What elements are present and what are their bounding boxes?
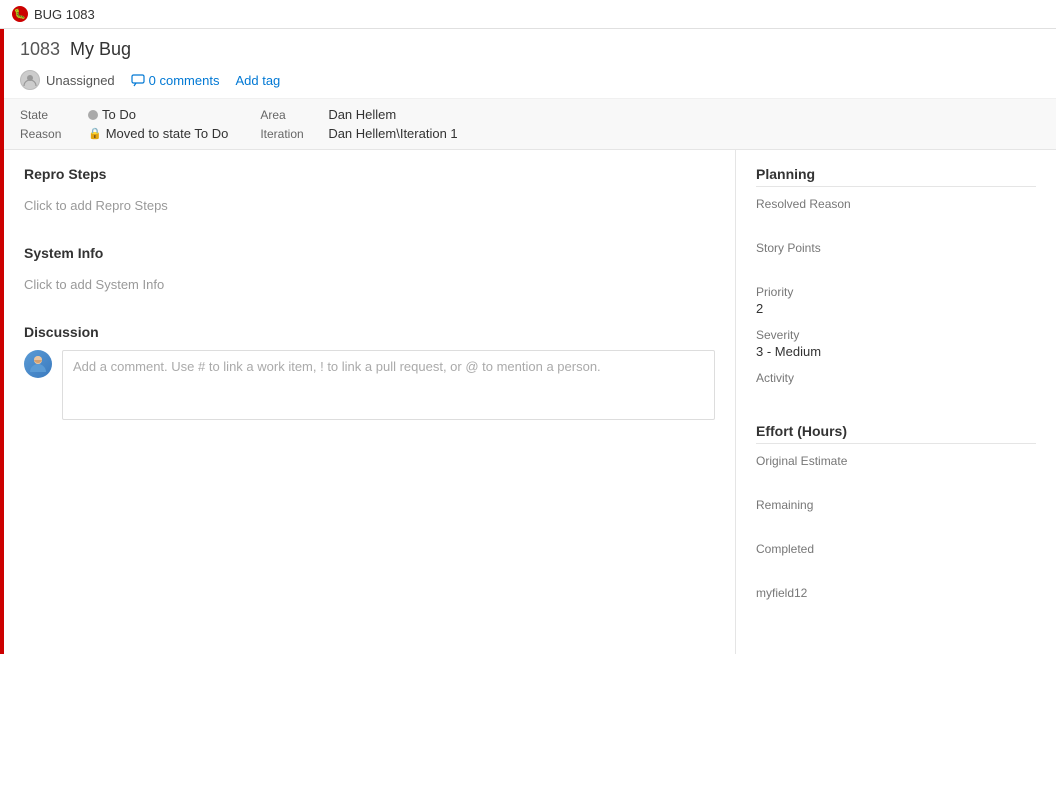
assigned-user[interactable]: Unassigned — [20, 70, 115, 90]
area-value[interactable]: Dan Hellem — [328, 107, 396, 122]
reason-field-row: Reason 🔒 Moved to state To Do — [20, 126, 228, 141]
priority-label: Priority — [756, 285, 1036, 299]
priority-value[interactable]: 2 — [756, 301, 1036, 316]
user-avatar — [20, 70, 40, 90]
planning-title: Planning — [756, 166, 1036, 187]
priority-field: Priority 2 — [756, 285, 1036, 316]
add-tag-button[interactable]: Add tag — [235, 73, 280, 88]
activity-field: Activity — [756, 371, 1036, 403]
avatar-svg — [26, 352, 50, 376]
original-estimate-label: Original Estimate — [756, 454, 1036, 468]
iteration-field-row: Iteration Dan Hellem\Iteration 1 — [260, 126, 457, 141]
area-label: Area — [260, 108, 320, 122]
work-item-title[interactable]: My Bug — [70, 39, 131, 60]
original-estimate-field: Original Estimate — [756, 454, 1036, 486]
meta-bar: Unassigned 0 comments Add tag — [4, 66, 1056, 99]
iteration-label: Iteration — [260, 127, 320, 141]
state-reason-group: State To Do Reason 🔒 Moved to state To D… — [20, 107, 260, 141]
state-field-row: State To Do — [20, 107, 228, 122]
comment-icon — [131, 73, 145, 87]
comment-input-box[interactable]: Add a comment. Use # to link a work item… — [62, 350, 715, 420]
remaining-label: Remaining — [756, 498, 1036, 512]
comments-link[interactable]: 0 comments — [131, 73, 220, 88]
state-text: To Do — [102, 107, 136, 122]
state-label: State — [20, 108, 80, 122]
remaining-field: Remaining — [756, 498, 1036, 530]
activity-label: Activity — [756, 371, 1036, 385]
repro-steps-placeholder[interactable]: Click to add Repro Steps — [24, 190, 715, 221]
content-wrapper: 1083 My Bug Unassigned 0 comments Add ta… — [0, 29, 1056, 654]
top-bar-title: BUG 1083 — [34, 7, 95, 22]
discussion-section: Discussion Add a comment. Use # to link … — [24, 324, 715, 420]
planning-section: Planning Resolved Reason Story Points Pr… — [756, 166, 1036, 403]
comment-input-area: Add a comment. Use # to link a work item… — [24, 350, 715, 420]
activity-value[interactable] — [756, 387, 1036, 403]
effort-title: Effort (Hours) — [756, 423, 1036, 444]
effort-section: Effort (Hours) Original Estimate Remaini… — [756, 423, 1036, 618]
reason-text: Moved to state To Do — [106, 126, 229, 141]
severity-label: Severity — [756, 328, 1036, 342]
comments-count: 0 comments — [149, 73, 220, 88]
resolved-reason-field: Resolved Reason — [756, 197, 1036, 229]
fields-row: State To Do Reason 🔒 Moved to state To D… — [4, 99, 1056, 150]
reason-value[interactable]: 🔒 Moved to state To Do — [88, 126, 228, 141]
completed-value[interactable] — [756, 558, 1036, 574]
completed-label: Completed — [756, 542, 1036, 556]
bug-icon: 🐛 — [12, 6, 28, 22]
discussion-title: Discussion — [24, 324, 715, 340]
severity-field: Severity 3 - Medium — [756, 328, 1036, 359]
myfield12-label: myfield12 — [756, 586, 1036, 600]
myfield12-field: myfield12 — [756, 586, 1036, 618]
top-bar: 🐛 BUG 1083 — [0, 0, 1056, 29]
completed-field: Completed — [756, 542, 1036, 574]
lock-icon: 🔒 — [88, 127, 102, 140]
reason-label: Reason — [20, 127, 80, 141]
state-value[interactable]: To Do — [88, 107, 136, 122]
story-points-value[interactable] — [756, 257, 1036, 273]
commenter-avatar — [24, 350, 52, 378]
iteration-value[interactable]: Dan Hellem\Iteration 1 — [328, 126, 457, 141]
resolved-reason-label: Resolved Reason — [756, 197, 1036, 211]
system-info-placeholder[interactable]: Click to add System Info — [24, 269, 715, 300]
severity-value[interactable]: 3 - Medium — [756, 344, 1036, 359]
area-iteration-group: Area Dan Hellem Iteration Dan Hellem\Ite… — [260, 107, 489, 141]
remaining-value[interactable] — [756, 514, 1036, 530]
state-dot — [88, 110, 98, 120]
assigned-user-label: Unassigned — [46, 73, 115, 88]
repro-steps-section: Repro Steps Click to add Repro Steps — [24, 166, 715, 221]
resolved-reason-value[interactable] — [756, 213, 1036, 229]
system-info-section: System Info Click to add System Info — [24, 245, 715, 300]
repro-steps-title: Repro Steps — [24, 166, 715, 182]
original-estimate-value[interactable] — [756, 470, 1036, 486]
work-item-id: 1083 — [20, 39, 60, 60]
left-column: Repro Steps Click to add Repro Steps Sys… — [4, 150, 736, 654]
system-info-title: System Info — [24, 245, 715, 261]
title-section: 1083 My Bug — [4, 29, 1056, 66]
story-points-field: Story Points — [756, 241, 1036, 273]
comment-placeholder: Add a comment. Use # to link a work item… — [63, 351, 714, 382]
story-points-label: Story Points — [756, 241, 1036, 255]
main-layout: Repro Steps Click to add Repro Steps Sys… — [4, 150, 1056, 654]
area-field-row: Area Dan Hellem — [260, 107, 457, 122]
myfield12-value[interactable] — [756, 602, 1036, 618]
right-column: Planning Resolved Reason Story Points Pr… — [736, 150, 1056, 654]
